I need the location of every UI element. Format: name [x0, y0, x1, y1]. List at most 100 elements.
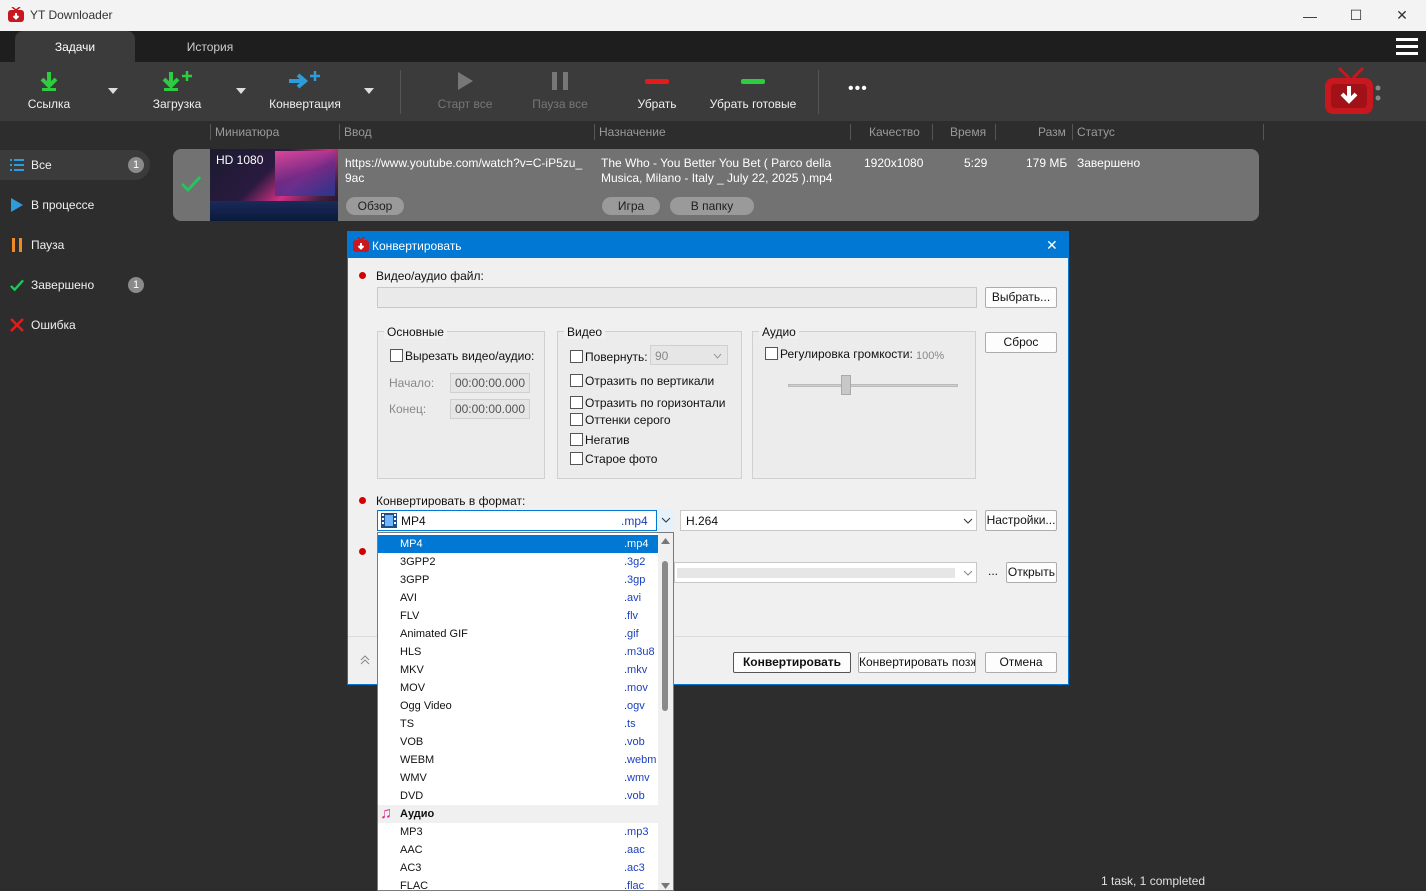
output-path-select[interactable] [674, 562, 977, 583]
start-time-input[interactable]: 00:00:00.000 [450, 373, 530, 393]
codec-select[interactable]: H.264 [680, 510, 977, 531]
sidebar-item-in-progress[interactable]: В процессе [0, 190, 150, 220]
task-url-cont: 9ac [345, 171, 365, 185]
format-name: FLV [400, 610, 420, 622]
tab-tasks[interactable]: Задачи [15, 31, 135, 62]
cut-checkbox[interactable] [390, 349, 403, 362]
end-time-input[interactable]: 00:00:00.000 [450, 399, 530, 419]
video-thumbnail[interactable]: HD 1080 [210, 149, 338, 221]
format-option[interactable]: 3GPP2 .3g2 [378, 553, 658, 571]
format-option[interactable]: 3GPP .3gp [378, 571, 658, 589]
format-option[interactable]: Animated GIF .gif [378, 625, 658, 643]
convert-button[interactable]: Конвертация [265, 62, 345, 121]
format-option[interactable]: WMV .wmv [378, 769, 658, 787]
remove-button[interactable]: Убрать [627, 62, 687, 121]
collapse-up-icon[interactable] [359, 654, 371, 666]
file-label: Видео/аудио файл: [376, 269, 484, 283]
settings-button[interactable]: Настройки... [985, 510, 1057, 531]
sidebar-item-completed[interactable]: Завершено 1 [0, 270, 150, 300]
rotate-select[interactable]: 90 [650, 345, 728, 365]
format-name: Аудио [400, 808, 435, 820]
col-thumb[interactable]: Миниатюра [215, 125, 279, 139]
convert-now-button[interactable]: Конвертировать [733, 652, 851, 673]
format-option[interactable]: MKV .mkv [378, 661, 658, 679]
col-dest[interactable]: Назначение [599, 125, 666, 139]
volume-slider-thumb[interactable] [841, 375, 851, 395]
minimize-button[interactable]: — [1287, 0, 1333, 31]
format-option[interactable]: HLS .m3u8 [378, 643, 658, 661]
film-icon [381, 513, 397, 528]
link-dropdown-caret[interactable] [108, 88, 118, 94]
sidebar-item-error[interactable]: Ошибка [0, 310, 150, 340]
start-all-button[interactable]: Старт все [433, 62, 497, 121]
convert-later-button[interactable]: Конвертировать позже [858, 652, 976, 673]
format-extension: .ogv [624, 700, 645, 712]
rotate-checkbox[interactable] [570, 350, 583, 363]
scrollbar-thumb[interactable] [662, 561, 668, 711]
list-scrollbar[interactable] [658, 533, 673, 890]
format-option[interactable]: TS .ts [378, 715, 658, 733]
format-dropdown-button[interactable] [656, 510, 674, 531]
convert-dropdown-caret[interactable] [364, 88, 374, 94]
format-option[interactable]: WEBM .webm [378, 751, 658, 769]
format-option[interactable]: AAC .aac [378, 841, 658, 859]
col-time[interactable]: Время [950, 125, 986, 139]
format-option[interactable]: MP3 .mp3 [378, 823, 658, 841]
volume-checkbox[interactable] [765, 347, 778, 360]
reset-button[interactable]: Сброс [985, 332, 1057, 353]
col-input[interactable]: Ввод [344, 125, 372, 139]
volume-slider-track[interactable] [788, 384, 958, 387]
format-option[interactable]: Ogg Video .ogv [378, 697, 658, 715]
pause-all-button[interactable]: Пауза все [528, 62, 592, 121]
old-photo-checkbox[interactable] [570, 452, 583, 465]
format-extension: .ac3 [624, 862, 645, 874]
tab-history[interactable]: История [150, 31, 270, 62]
choose-file-button[interactable]: Выбрать... [985, 287, 1057, 308]
task-url: https://www.youtube.com/watch?v=C-iP5zu_ [345, 156, 583, 170]
sidebar-item-label: В процессе [31, 198, 95, 212]
format-option[interactable]: MOV .mov [378, 679, 658, 697]
link-button[interactable]: Ссылка [18, 62, 80, 121]
close-window-button[interactable]: ✕ [1379, 0, 1425, 31]
format-option[interactable]: AC3 .ac3 [378, 859, 658, 877]
scroll-down-icon[interactable] [661, 883, 670, 889]
format-extension: .3gp [624, 574, 646, 586]
chevron-down-icon [713, 353, 722, 359]
remove-done-button[interactable]: Убрать готовые [705, 62, 801, 121]
maximize-button[interactable]: ☐ [1333, 0, 1379, 31]
browse-path-button[interactable]: ... [985, 562, 1001, 583]
chevron-down-icon [963, 570, 973, 576]
dialog-close-icon[interactable]: ✕ [1046, 237, 1058, 254]
file-input[interactable] [377, 287, 977, 308]
hamburger-menu-icon[interactable] [1396, 38, 1418, 56]
download-dropdown-caret[interactable] [236, 88, 246, 94]
grayscale-checkbox[interactable] [570, 413, 583, 426]
open-folder-button[interactable]: В папку [670, 197, 754, 215]
open-folder-dialog-button[interactable]: Открыть [1006, 562, 1057, 583]
flip-vertical-checkbox[interactable] [570, 374, 583, 387]
format-option[interactable]: DVD .vob [378, 787, 658, 805]
sidebar-item-paused[interactable]: Пауза [0, 230, 150, 260]
format-option[interactable]: MP4 .mp4 [378, 535, 658, 553]
list-group-header: ♫ Аудио [378, 805, 658, 823]
task-row[interactable]: HD 1080 https://www.youtube.com/watch?v=… [173, 149, 1259, 221]
col-size[interactable]: Разм [1038, 125, 1066, 139]
browse-button[interactable]: Обзор [346, 197, 404, 215]
cancel-button[interactable]: Отмена [985, 652, 1057, 673]
format-option[interactable]: VOB .vob [378, 733, 658, 751]
flip-horizontal-checkbox[interactable] [570, 396, 583, 409]
format-select[interactable]: MP4 .mp4 [377, 510, 674, 531]
negative-checkbox[interactable] [570, 433, 583, 446]
download-button[interactable]: Загрузка [145, 62, 209, 121]
format-option[interactable]: FLAC .flac [378, 877, 658, 890]
format-name: HLS [400, 646, 422, 658]
col-status[interactable]: Статус [1077, 125, 1115, 139]
sidebar-item-all[interactable]: Все 1 [0, 150, 150, 180]
format-option[interactable]: AVI .avi [378, 589, 658, 607]
more-options-button[interactable]: ••• [848, 80, 868, 98]
scroll-up-icon[interactable] [661, 538, 670, 544]
col-quality[interactable]: Качество [869, 125, 920, 139]
play-button[interactable]: Игра [602, 197, 660, 215]
format-option[interactable]: FLV .flv [378, 607, 658, 625]
format-extension: .vob [624, 736, 645, 748]
